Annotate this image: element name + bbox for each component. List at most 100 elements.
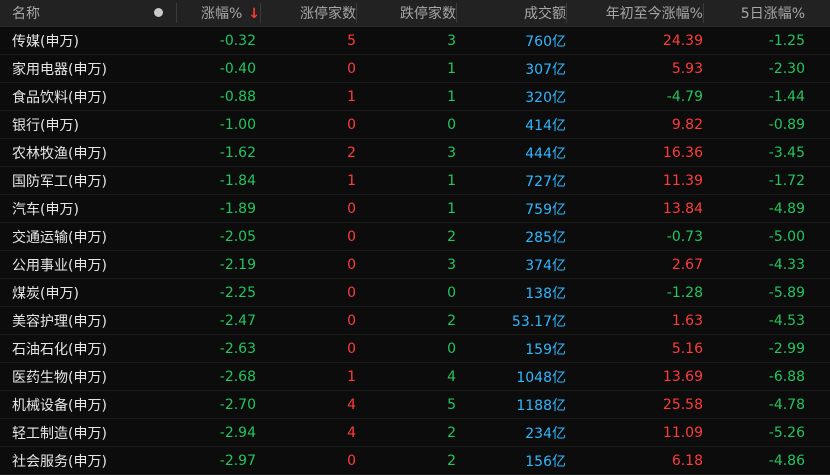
row-five-day: -4.33 xyxy=(768,256,805,273)
row-limit-up: 1 xyxy=(347,88,356,105)
row-amount: 156亿 xyxy=(525,453,566,470)
row-name: 传媒(申万) xyxy=(12,33,79,50)
table-row[interactable]: 医药生物(申万) -2.68 1 4 1048亿 13.69 -6.88 xyxy=(0,363,830,391)
row-limit-down: 0 xyxy=(447,340,456,357)
row-change: -2.05 xyxy=(219,228,256,245)
row-ytd: 16.36 xyxy=(662,144,703,161)
table-row[interactable]: 传媒(申万) -0.32 5 3 760亿 24.39 -1.25 xyxy=(0,27,830,55)
row-limit-up: 0 xyxy=(347,200,356,217)
table-row[interactable]: 煤炭(申万) -2.25 0 0 138亿 -1.28 -5.89 xyxy=(0,279,830,307)
table-row[interactable]: 农林牧渔(申万) -1.62 2 3 444亿 16.36 -3.45 xyxy=(0,139,830,167)
row-name: 交通运输(申万) xyxy=(12,229,107,246)
row-amount: 1188亿 xyxy=(516,397,566,414)
row-limit-down: 3 xyxy=(447,256,456,273)
row-amount: 414亿 xyxy=(525,117,566,134)
row-change: -1.84 xyxy=(219,172,256,189)
row-name: 食品饮料(申万) xyxy=(12,89,107,106)
header-dot[interactable] xyxy=(140,5,176,21)
table-row[interactable]: 汽车(申万) -1.89 0 1 759亿 13.84 -4.89 xyxy=(0,195,830,223)
row-ytd: -4.79 xyxy=(666,88,703,105)
row-ytd: -0.73 xyxy=(666,228,703,245)
header-five-day[interactable]: 5日涨幅% xyxy=(703,3,805,23)
table-row[interactable]: 美容护理(申万) -2.47 0 2 53.17亿 1.63 -4.53 xyxy=(0,307,830,335)
row-limit-down: 4 xyxy=(447,368,456,385)
header-change[interactable]: 涨幅% ↓ xyxy=(176,3,260,23)
header-limit-up[interactable]: 涨停家数 xyxy=(260,3,356,23)
row-limit-down: 2 xyxy=(447,228,456,245)
table-row[interactable]: 机械设备(申万) -2.70 4 5 1188亿 25.58 -4.78 xyxy=(0,391,830,419)
table-row[interactable]: 交通运输(申万) -2.05 0 2 285亿 -0.73 -5.00 xyxy=(0,223,830,251)
row-limit-down: 0 xyxy=(447,284,456,301)
row-five-day: -5.89 xyxy=(768,284,805,301)
row-ytd: 5.16 xyxy=(671,340,703,357)
row-five-day: -4.53 xyxy=(768,312,805,329)
row-ytd: 11.09 xyxy=(662,424,703,441)
row-change: -1.00 xyxy=(219,116,256,133)
header-amount[interactable]: 成交额 xyxy=(456,3,566,23)
row-limit-down: 5 xyxy=(447,396,456,413)
row-five-day: -4.86 xyxy=(768,452,805,469)
row-ytd: 24.39 xyxy=(662,32,703,49)
row-five-day: -5.00 xyxy=(768,228,805,245)
row-five-day: -2.99 xyxy=(768,340,805,357)
table-row[interactable]: 社会服务(申万) -2.97 0 2 156亿 6.18 -4.86 xyxy=(0,447,830,475)
row-ytd: 13.69 xyxy=(662,368,703,385)
row-limit-down: 1 xyxy=(447,88,456,105)
row-ytd: 11.39 xyxy=(662,172,703,189)
table-row[interactable]: 家用电器(申万) -0.40 0 1 307亿 5.93 -2.30 xyxy=(0,55,830,83)
row-limit-up: 1 xyxy=(347,172,356,189)
row-ytd: 2.67 xyxy=(671,256,703,273)
table-row[interactable]: 国防军工(申万) -1.84 1 1 727亿 11.39 -1.72 xyxy=(0,167,830,195)
header-change-label: 涨幅% xyxy=(200,6,243,22)
row-name: 机械设备(申万) xyxy=(12,397,107,414)
row-limit-down: 0 xyxy=(447,116,456,133)
header-ytd[interactable]: 年初至今涨幅% xyxy=(566,3,703,23)
row-amount: 138亿 xyxy=(525,285,566,302)
table-header: 名称 涨幅% ↓ 涨停家数 跌停家数 成交额 年初至今涨幅% 5日涨幅% xyxy=(0,0,830,27)
table-row[interactable]: 银行(申万) -1.00 0 0 414亿 9.82 -0.89 xyxy=(0,111,830,139)
row-limit-up: 5 xyxy=(347,32,356,49)
row-ytd: 25.58 xyxy=(662,396,703,413)
row-name: 石油石化(申万) xyxy=(12,341,107,358)
row-ytd: 9.82 xyxy=(671,116,703,133)
row-amount: 759亿 xyxy=(525,201,566,218)
settings-dot-icon[interactable] xyxy=(153,8,163,17)
row-change: -2.97 xyxy=(219,452,256,469)
table-row[interactable]: 食品饮料(申万) -0.88 1 1 320亿 -4.79 -1.44 xyxy=(0,83,830,111)
header-limit-down[interactable]: 跌停家数 xyxy=(356,3,456,23)
row-limit-up: 0 xyxy=(347,284,356,301)
row-amount: 53.17亿 xyxy=(511,313,566,330)
table-row[interactable]: 公用事业(申万) -2.19 0 3 374亿 2.67 -4.33 xyxy=(0,251,830,279)
table-row[interactable]: 石油石化(申万) -2.63 0 0 159亿 5.16 -2.99 xyxy=(0,335,830,363)
row-limit-up: 0 xyxy=(347,340,356,357)
row-name: 银行(申万) xyxy=(12,117,79,134)
row-five-day: -5.26 xyxy=(768,424,805,441)
row-change: -2.63 xyxy=(219,340,256,357)
row-change: -0.32 xyxy=(219,32,256,49)
row-limit-up: 1 xyxy=(347,368,356,385)
table-row[interactable]: 轻工制造(申万) -2.94 4 2 234亿 11.09 -5.26 xyxy=(0,419,830,447)
row-five-day: -3.45 xyxy=(768,144,805,161)
row-limit-up: 2 xyxy=(347,144,356,161)
row-change: -1.89 xyxy=(219,200,256,217)
row-limit-up: 0 xyxy=(347,256,356,273)
row-change: -2.68 xyxy=(219,368,256,385)
row-amount: 444亿 xyxy=(525,145,566,162)
row-change: -2.47 xyxy=(219,312,256,329)
row-limit-down: 3 xyxy=(447,144,456,161)
row-change: -2.19 xyxy=(219,256,256,273)
row-ytd: 13.84 xyxy=(662,200,703,217)
row-name: 医药生物(申万) xyxy=(12,369,107,386)
row-limit-down: 2 xyxy=(447,424,456,441)
row-limit-down: 2 xyxy=(447,312,456,329)
row-name: 公用事业(申万) xyxy=(12,257,107,274)
row-limit-up: 0 xyxy=(347,452,356,469)
row-change: -2.25 xyxy=(219,284,256,301)
header-name[interactable]: 名称 xyxy=(0,3,140,23)
sector-table: 名称 涨幅% ↓ 涨停家数 跌停家数 成交额 年初至今涨幅% 5日涨幅% 传媒(申… xyxy=(0,0,830,475)
row-limit-up: 0 xyxy=(347,60,356,77)
row-ytd: 1.63 xyxy=(671,312,703,329)
row-change: -2.94 xyxy=(219,424,256,441)
row-limit-down: 1 xyxy=(447,60,456,77)
row-five-day: -1.44 xyxy=(768,88,805,105)
